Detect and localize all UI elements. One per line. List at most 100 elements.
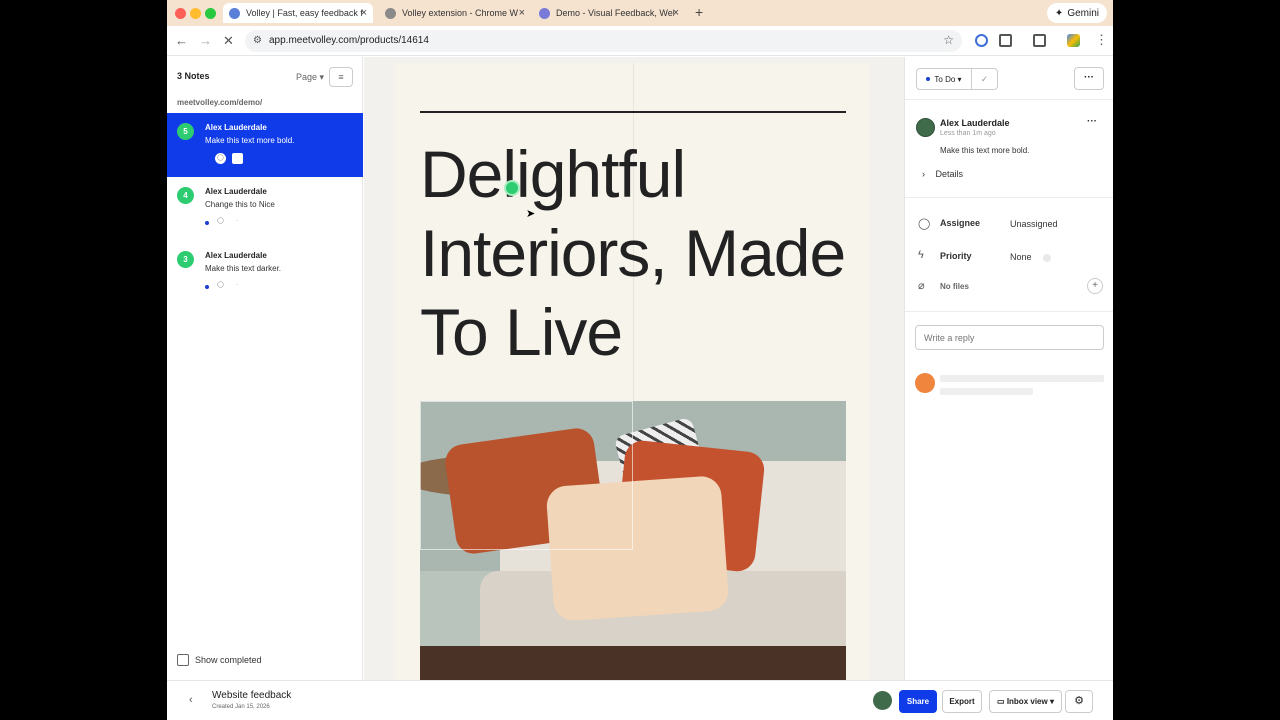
add-file-button[interactable]: + — [1087, 278, 1103, 294]
demo-favicon-icon — [539, 7, 550, 19]
tab-label: Volley | Fast, easy feedback f — [246, 8, 363, 18]
export-button[interactable]: Export — [942, 690, 982, 713]
close-window-button[interactable] — [175, 8, 186, 19]
priority-icon[interactable]: · — [232, 281, 243, 292]
gear-icon: ⚙ — [1074, 695, 1084, 707]
tab-label: Volley extension - Chrome W — [402, 8, 519, 18]
avatar — [916, 118, 935, 137]
loading-placeholder — [940, 375, 1104, 382]
close-tab-icon[interactable]: × — [361, 7, 367, 19]
minimize-window-button[interactable] — [190, 8, 201, 19]
headline-line: To Live — [420, 295, 623, 369]
status-dot-icon — [205, 285, 209, 289]
comment-time: Less than 1m ago — [940, 130, 996, 137]
note-item[interactable]: 4 Alex Lauderdale Change this to Nice ◯ … — [167, 177, 363, 241]
website-preview[interactable]: Delightful Interiors, Made To Live ➤ — [396, 63, 870, 680]
show-completed-label: Show completed — [195, 655, 262, 665]
bookmark-star-icon[interactable]: ☆ — [943, 33, 954, 47]
profile-icon[interactable] — [1067, 34, 1080, 47]
note-author: Alex Lauderdale — [205, 251, 267, 260]
loading-placeholder — [940, 388, 1033, 395]
project-created-date: Created Jan 15, 2026 — [212, 704, 270, 710]
browser-tab-volley[interactable]: Volley | Fast, easy feedback f × — [223, 3, 373, 23]
browser-window: Volley | Fast, easy feedback f × Volley … — [167, 0, 1113, 720]
divider — [905, 197, 1113, 198]
site-url-label: meetvolley.com/demo/ — [177, 98, 263, 107]
page-filter-dropdown[interactable]: Page ▾ — [296, 72, 324, 83]
browser-tab-extension[interactable]: Volley extension - Chrome W × — [379, 3, 531, 23]
show-completed-checkbox[interactable] — [177, 654, 189, 666]
note-author: Alex Lauderdale — [205, 123, 267, 132]
browser-menu-icon[interactable]: ⋮ — [1095, 32, 1108, 48]
forward-arrow-icon[interactable]: → — [199, 33, 212, 48]
show-completed-toggle[interactable]: Show completed — [177, 654, 262, 666]
new-tab-icon[interactable]: + — [695, 4, 703, 20]
browser-toolbar: ← → ✕ ⚙ app.meetvolley.com/products/1461… — [167, 26, 1113, 56]
page-filter-label: Page — [296, 72, 318, 82]
share-button[interactable]: Share — [899, 690, 937, 713]
priority-indicator-icon — [1043, 254, 1051, 262]
selection-outline — [420, 401, 633, 550]
chevron-down-icon: ▾ — [955, 74, 962, 84]
note-number-badge: 5 — [177, 123, 194, 140]
details-label: Details — [935, 169, 964, 179]
feedback-pin-icon[interactable] — [504, 180, 520, 196]
gemini-sparkle-icon: ✦ — [1054, 7, 1064, 19]
assignee-label: Assignee — [940, 218, 981, 228]
chevron-down-icon: ▾ — [319, 72, 325, 82]
project-title: Website feedback — [212, 690, 292, 701]
site-info-icon[interactable]: ⚙ — [253, 35, 262, 46]
assignee-icon[interactable]: ◯ — [215, 153, 226, 164]
assignee-value[interactable]: Unassigned — [1010, 219, 1058, 229]
chrome-store-favicon-icon — [385, 7, 396, 19]
assignee-icon[interactable]: ◯ — [215, 281, 226, 292]
extension-volley-icon[interactable] — [975, 34, 988, 47]
inbox-icon: ▭ — [997, 697, 1007, 706]
note-author: Alex Lauderdale — [205, 187, 267, 196]
extensions-puzzle-icon[interactable] — [999, 34, 1012, 47]
hero-headline[interactable]: Delightful Interiors, Made To Live — [420, 135, 860, 372]
gemini-button[interactable]: ✦ Gemini — [1046, 3, 1107, 23]
details-toggle[interactable]: › Details — [922, 169, 963, 179]
mark-complete-button[interactable]: ✓ — [971, 68, 998, 90]
note-detail-panel: To Do ▾ ✓ ··· Alex Lauderdale Less than … — [904, 57, 1113, 680]
notes-sidebar: 3 Notes Page ▾ ≡ meetvolley.com/demo/ 5 … — [167, 57, 363, 680]
priority-icon[interactable]: · — [232, 217, 243, 228]
close-tab-icon[interactable]: × — [519, 7, 525, 19]
avatar[interactable] — [873, 691, 892, 710]
comment-more-icon[interactable]: ··· — [1087, 116, 1097, 127]
maximize-window-button[interactable] — [205, 8, 216, 19]
tab-search-icon[interactable] — [1033, 34, 1046, 47]
more-options-button[interactable]: ··· — [1074, 67, 1104, 90]
status-dropdown[interactable]: To Do ▾ — [916, 68, 972, 90]
status-dot-icon — [205, 221, 209, 225]
back-arrow-icon[interactable]: ← — [175, 33, 188, 48]
page-preview-canvas[interactable]: Delightful Interiors, Made To Live ➤ — [364, 57, 904, 680]
note-item[interactable]: 3 Alex Lauderdale Make this text darker.… — [167, 241, 363, 305]
priority-value[interactable]: None — [1010, 252, 1032, 262]
inbox-view-dropdown[interactable]: ▭ Inbox view ▾ — [989, 690, 1062, 713]
priority-icon[interactable] — [232, 153, 243, 164]
stop-loading-icon[interactable]: ✕ — [223, 33, 234, 49]
chevron-left-icon[interactable]: ‹ — [189, 694, 193, 706]
user-icon: ◯ — [918, 218, 931, 230]
image-floor — [420, 646, 846, 680]
filter-icon: ≡ — [338, 72, 344, 82]
plus-icon: + — [1092, 280, 1098, 291]
headline-line: Interiors, Made — [420, 216, 846, 290]
tab-label: Demo - Visual Feedback, Web — [556, 8, 674, 18]
settings-button[interactable]: ⚙ — [1065, 690, 1093, 713]
bottom-bar: ‹ Website feedback Created Jan 15, 2026 … — [167, 680, 1113, 720]
hero-image[interactable] — [420, 401, 846, 680]
browser-tab-demo[interactable]: Demo - Visual Feedback, Web × — [533, 3, 685, 23]
assignee-icon[interactable]: ◯ — [215, 217, 226, 228]
close-tab-icon[interactable]: × — [673, 7, 679, 19]
mouse-cursor-icon: ➤ — [526, 208, 536, 220]
address-bar[interactable]: ⚙ app.meetvolley.com/products/14614 ☆ — [245, 30, 962, 52]
reply-input[interactable] — [915, 325, 1104, 350]
paperclip-icon: ⌀ — [918, 280, 925, 292]
note-item[interactable]: 5 Alex Lauderdale Make this text more bo… — [167, 113, 363, 177]
url-text: app.meetvolley.com/products/14614 — [269, 35, 429, 46]
filter-button[interactable]: ≡ — [329, 67, 353, 87]
note-number-badge: 4 — [177, 187, 194, 204]
